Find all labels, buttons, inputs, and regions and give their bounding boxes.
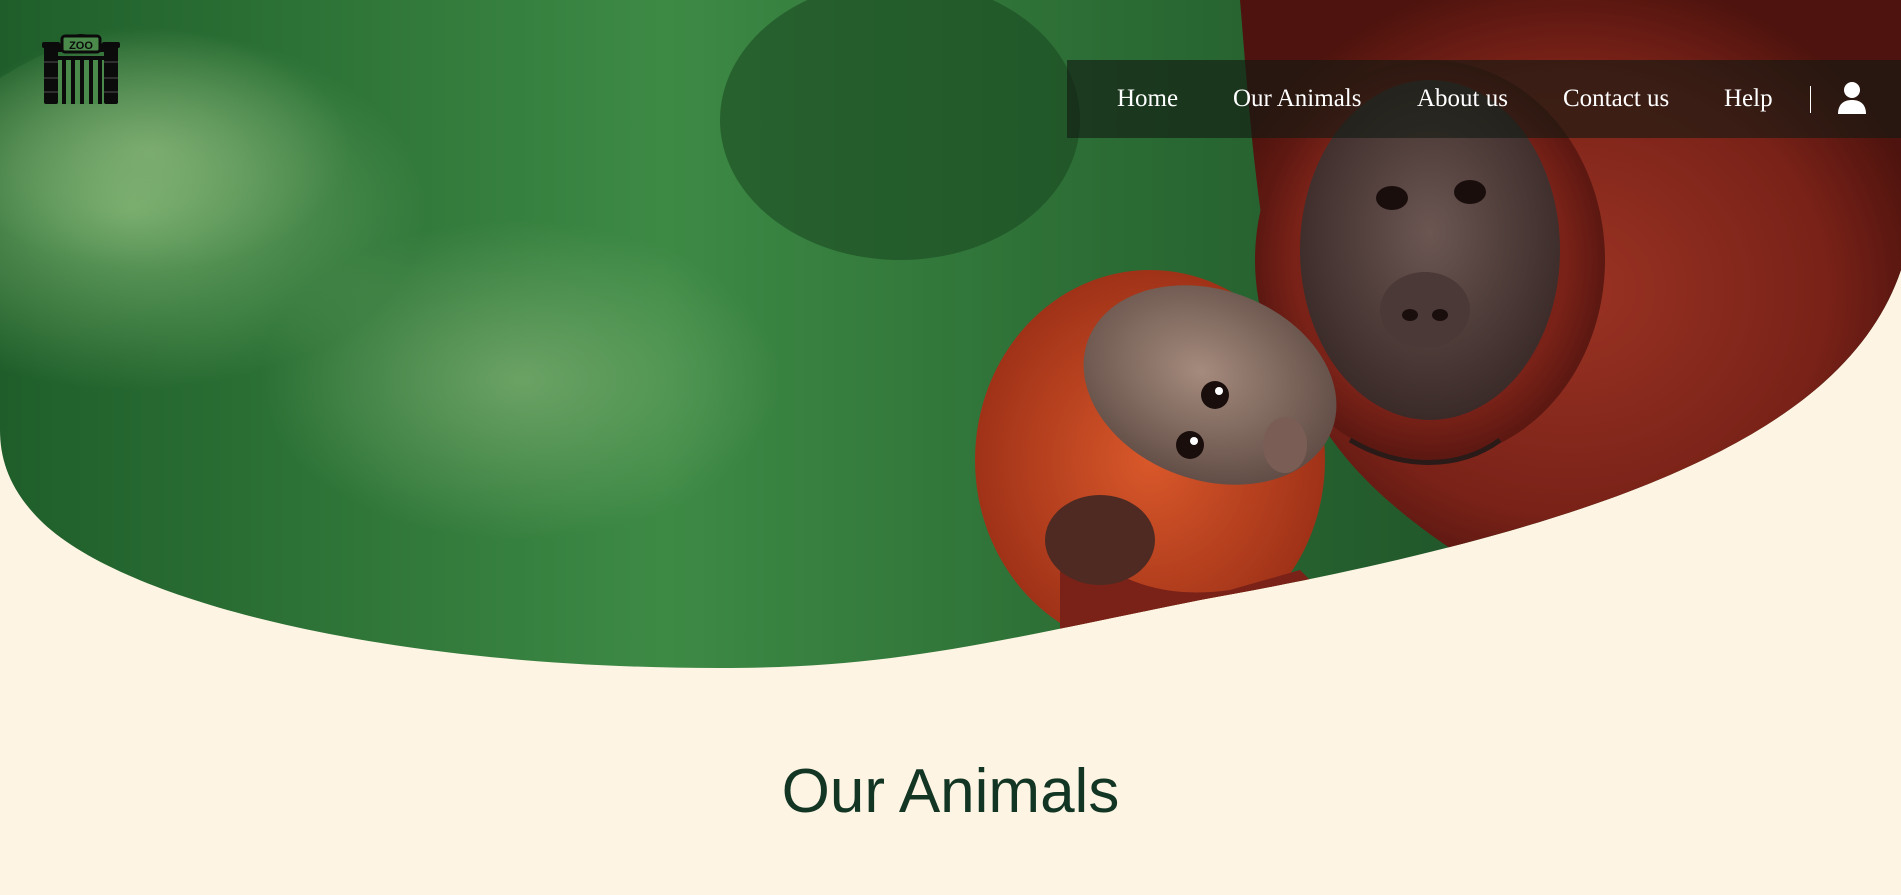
nav-divider <box>1810 86 1811 113</box>
nav-item-about-us[interactable]: About us <box>1417 60 1508 138</box>
logo-sign-text: ZOO <box>69 40 93 52</box>
nav-item-help[interactable]: Help <box>1724 60 1773 138</box>
user-account-button[interactable] <box>1834 80 1870 116</box>
main-navigation: Home Our Animals About us Contact us Hel… <box>1067 60 1901 138</box>
nav-item-our-animals[interactable]: Our Animals <box>1233 60 1361 138</box>
zoo-gate-icon: ZOO <box>42 34 120 104</box>
nav-item-home[interactable]: Home <box>1117 60 1178 138</box>
zoo-logo[interactable]: ZOO <box>42 28 120 106</box>
section-title-our-animals: Our Animals <box>781 757 1120 826</box>
nav-item-contact-us[interactable]: Contact us <box>1563 60 1669 138</box>
user-icon <box>1838 82 1866 114</box>
